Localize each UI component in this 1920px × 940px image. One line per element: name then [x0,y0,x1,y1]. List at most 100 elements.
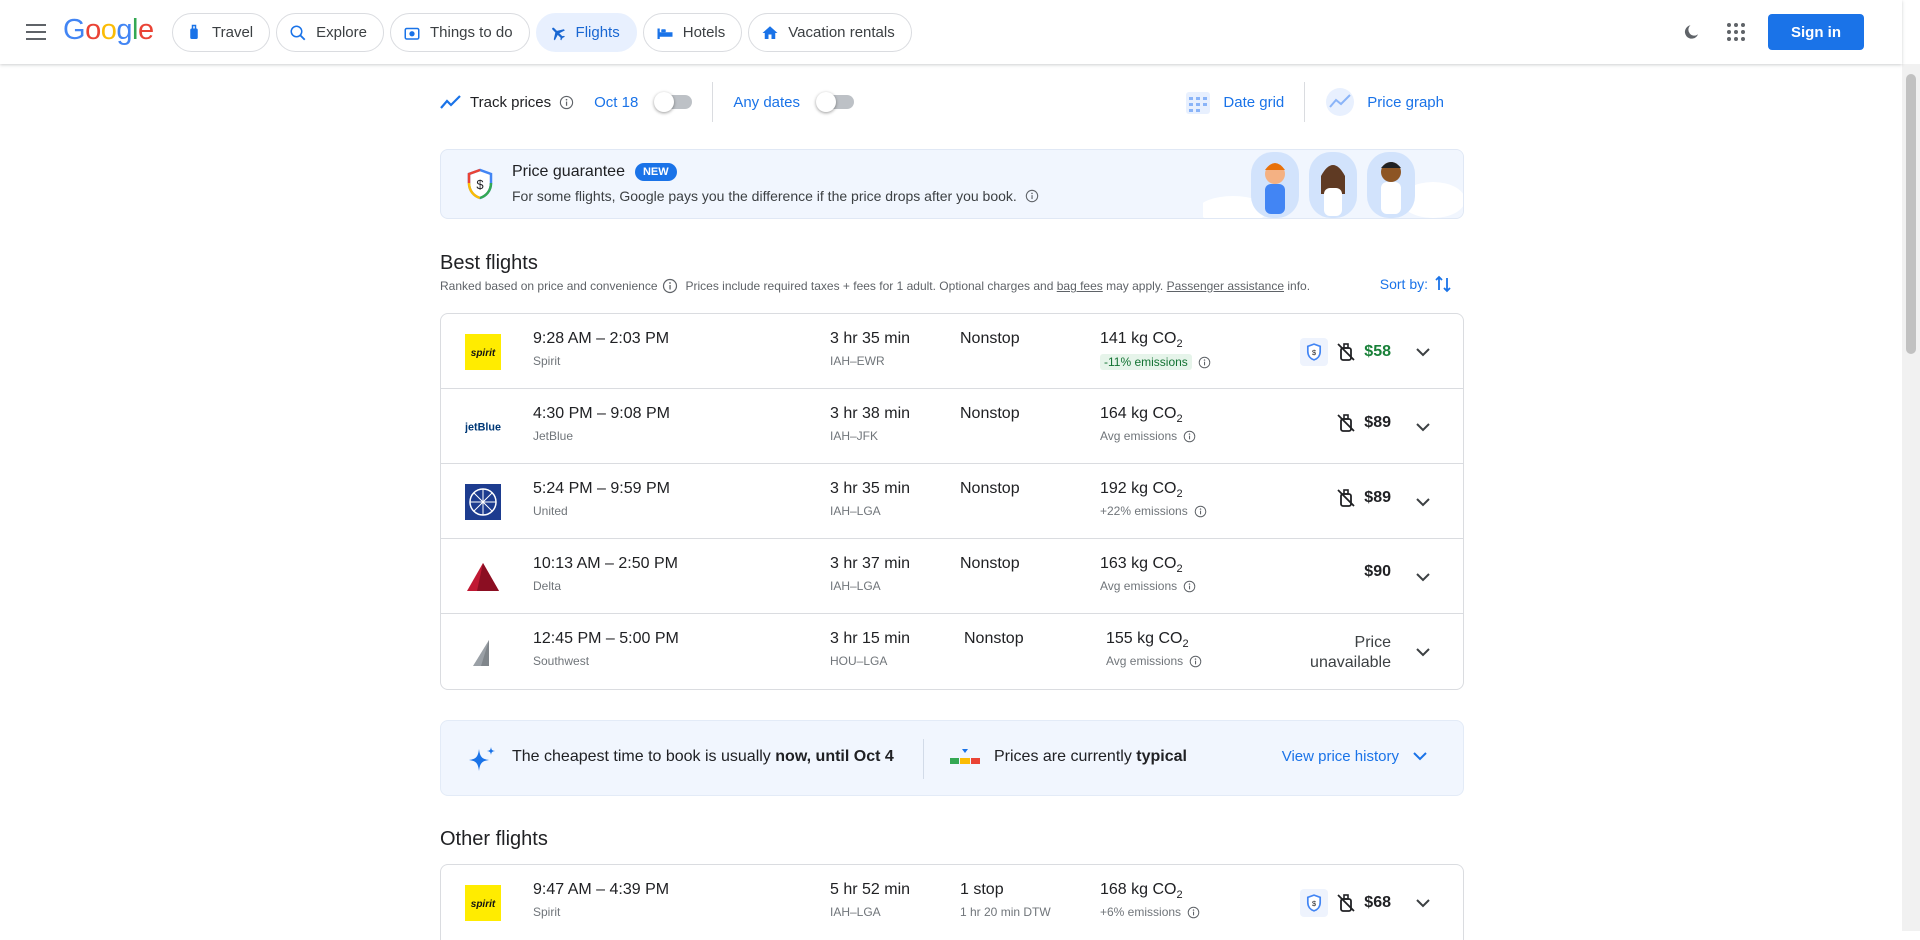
flight-row[interactable]: jetBlue 4:30 PM – 9:08 PM JetBlue 3 hr 3… [441,389,1463,464]
scrollbar-thumb[interactable] [1906,74,1916,354]
any-dates-toggle[interactable] [816,92,855,112]
nav-hotels[interactable]: Hotels [642,13,743,52]
best-flights-list: spirit 9:28 AM – 2:03 PM Spirit 3 hr 35 … [440,313,1464,690]
expand-chevron-icon[interactable] [1411,340,1435,364]
bag-fees-link[interactable]: bag fees [1057,279,1103,293]
info-icon[interactable] [1183,430,1196,443]
svg-text:jetBlue: jetBlue [465,422,501,434]
track-prices-label: Track prices [470,93,552,111]
price-unavailable-line1: Price [1354,634,1391,651]
price-level-value: typical [1136,748,1187,765]
nav-explore-label: Explore [316,24,367,41]
flight-times: 10:13 AM – 2:50 PM [533,555,678,572]
flight-duration: 3 hr 37 min [830,555,911,572]
guarantee-description: For some flights, Google pays you the di… [512,188,1017,204]
flight-row[interactable]: 5:24 PM – 9:59 PM United 3 hr 35 min IAH… [441,464,1463,539]
sort-arrows-icon [1435,275,1451,293]
cheapest-time-text: The cheapest time to book is usually now… [512,748,894,766]
nav-explore[interactable]: Explore [276,13,384,52]
nav-vacation-rentals-label: Vacation rentals [788,24,895,41]
page-scrollbar[interactable] [1902,64,1920,931]
expand-chevron-icon[interactable] [1411,415,1435,439]
track-prices-toggle[interactable] [654,92,693,112]
co2-value: 168 kg CO2 [1100,881,1183,902]
info-icon[interactable] [1198,356,1211,369]
price-guarantee-icon[interactable]: $ [1300,889,1329,917]
header-actions: Sign in [1680,14,1864,50]
expand-chevron-icon[interactable] [1411,490,1435,514]
info-icon[interactable] [1194,505,1207,518]
flight-row[interactable]: 10:13 AM – 2:50 PM Delta 3 hr 37 min IAH… [441,539,1463,614]
co2-amount: 141 kg CO [1100,330,1177,347]
best-flights-title: Best flights [440,252,538,274]
price-area: $90 [1364,563,1391,581]
flight-price: $68 [1364,894,1391,911]
flight-stops: Nonstop [960,555,1020,572]
other-flights-list: spirit 9:47 AM – 4:39 PM Spirit 5 hr 52 … [440,864,1464,940]
price-area: $ $68 [1300,889,1391,917]
no-carry-on-bag-icon[interactable] [1336,893,1356,913]
info-icon[interactable] [1189,655,1202,668]
flight-duration: 3 hr 35 min [830,330,911,347]
emissions-label: -11% emissions [1100,354,1192,370]
info-icon[interactable] [559,95,574,110]
sort-by-button[interactable]: Sort by: [1380,275,1452,293]
info-icon[interactable] [662,278,678,294]
nav-travel[interactable]: Travel [172,13,271,52]
other-flights-title: Other flights [440,828,548,850]
expand-chevron-icon[interactable] [1411,565,1435,589]
airline-name: Spirit [533,905,561,919]
flight-row[interactable]: spirit 9:47 AM – 4:39 PM Spirit 5 hr 52 … [441,865,1463,940]
flight-times: 5:24 PM – 9:59 PM [533,480,670,497]
flight-price: $90 [1364,563,1391,580]
no-carry-on-bag-icon[interactable] [1336,413,1356,433]
price-level-gauge-icon [950,749,980,764]
shield-dollar-icon: $ [467,168,493,200]
flight-route: IAH–JFK [830,429,879,443]
airline-name: Southwest [533,654,590,668]
view-options: Date grid Price graph [1185,82,1444,122]
track-date: Oct 18 [594,93,639,111]
flight-duration: 3 hr 15 min [830,630,911,647]
info-icon[interactable] [1183,580,1196,593]
dark-mode-button[interactable] [1680,20,1704,44]
flight-row[interactable]: 12:45 PM – 5:00 PM Southwest 3 hr 15 min… [441,614,1463,689]
divider [923,739,924,779]
expand-chevron-icon[interactable] [1411,640,1435,664]
price-level-label: Prices are currently [994,748,1132,765]
emissions-note: Avg emissions [1100,579,1196,593]
main-menu-button[interactable] [22,19,50,45]
flight-row[interactable]: spirit 9:28 AM – 2:03 PM Spirit 3 hr 35 … [441,314,1463,389]
google-logo[interactable]: Google [63,14,154,47]
flight-route: IAH–LGA [830,579,881,593]
nav-flights[interactable]: Flights [535,13,637,52]
view-price-history-button[interactable]: View price history [1282,748,1427,765]
passenger-assistance-link[interactable]: Passenger assistance [1167,279,1284,293]
flight-stops: 1 stop [960,881,1004,898]
info-icon[interactable] [1187,906,1200,919]
nav-vacation-rentals[interactable]: Vacation rentals [748,13,912,52]
price-area: $ $58 [1300,338,1391,366]
flight-stops: Nonstop [960,330,1020,347]
plane-icon [551,27,565,40]
nav-things-to-do-label: Things to do [429,24,513,41]
divider [1304,82,1306,122]
co2-amount: 168 kg CO [1100,881,1177,898]
sign-in-button[interactable]: Sign in [1768,14,1864,50]
divider [712,82,714,122]
apps-button[interactable] [1724,20,1748,44]
flight-route: HOU–LGA [830,654,888,668]
cheapest-time-label: The cheapest time to book is usually [512,748,771,765]
expand-chevron-icon[interactable] [1411,891,1435,915]
info-icon[interactable] [1025,189,1039,203]
co2-value: 164 kg CO2 [1100,405,1183,426]
results-controls: Track prices Oct 18 Any dates Date grid … [440,82,1464,122]
svg-text:$: $ [1312,348,1316,357]
price-guarantee-icon[interactable]: $ [1300,338,1329,366]
view-price-history-label: View price history [1281,748,1399,765]
nav-things-to-do[interactable]: Things to do [389,13,530,52]
date-grid-button[interactable]: Date grid [1185,89,1284,115]
no-carry-on-bag-icon[interactable] [1336,488,1356,508]
price-graph-button[interactable]: Price graph [1325,87,1444,117]
no-carry-on-bag-icon[interactable] [1336,342,1356,362]
